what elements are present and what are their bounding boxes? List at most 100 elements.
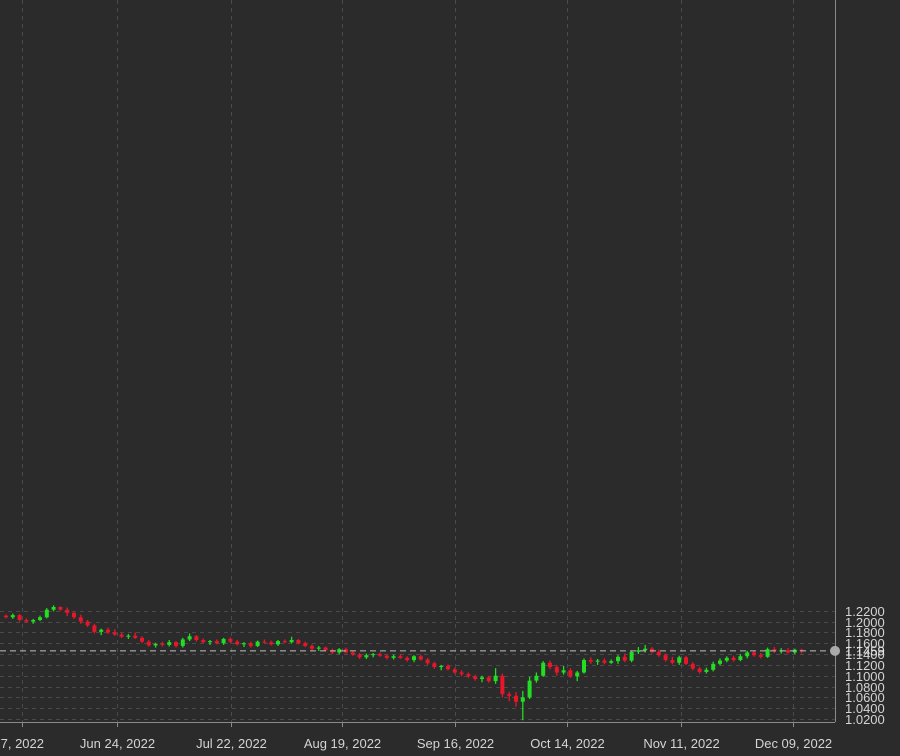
candle-body [745, 652, 750, 657]
candle-body [364, 655, 369, 658]
candle-body [133, 635, 138, 638]
candle-up [541, 661, 546, 677]
candle-down [106, 627, 110, 635]
candle-body [4, 615, 8, 618]
candle-body [527, 680, 532, 698]
candle-down [92, 623, 97, 634]
candle-body [208, 641, 212, 643]
candle-body [656, 651, 661, 656]
candle-body [160, 643, 165, 645]
candle-down [357, 653, 362, 659]
chart-canvas: 1.02001.04001.06001.08001.10001.12001.14… [0, 0, 885, 751]
x-tick-label: Nov 11, 2022 [643, 736, 719, 751]
candle-body [78, 617, 83, 622]
candle-up [289, 636, 294, 644]
candle-down [432, 661, 437, 669]
candle-down [72, 611, 76, 619]
candle-up [745, 650, 750, 659]
candle-down [146, 640, 151, 647]
candle-body [316, 647, 321, 649]
axes: 1.02001.04001.06001.08001.10001.12001.14… [0, 0, 885, 751]
candle-body [405, 657, 410, 661]
candle-down [786, 648, 790, 654]
candle-up [724, 656, 729, 663]
candle-body [412, 656, 416, 661]
candle-up [371, 653, 376, 658]
candle-body [616, 656, 620, 662]
candle-down [514, 691, 518, 707]
candle-body [731, 657, 736, 661]
candle-body [486, 677, 491, 682]
candlestick-chart: 1.0200 1.0400 1.0600 1.0800 1.1000 1.1200 1.14… [0, 0, 900, 756]
candle-body [65, 609, 70, 613]
candle-body [235, 641, 240, 645]
candle-down [602, 658, 607, 665]
candle-up [31, 618, 36, 624]
candle-down [350, 651, 355, 656]
candle-up [187, 633, 192, 642]
candle-body [17, 615, 22, 620]
candle-down [473, 674, 478, 681]
candle-body [214, 641, 219, 644]
candle-down [310, 644, 314, 651]
candle-body [711, 663, 716, 670]
candle-body [92, 625, 97, 632]
candle-down [697, 667, 702, 674]
candle-down [4, 614, 8, 619]
candle-body [724, 657, 729, 661]
candle-up [520, 690, 525, 721]
candle-body [384, 655, 389, 658]
x-tick-label: Aug 19, 2022 [304, 736, 381, 751]
x-tick-label: Sep 16, 2022 [417, 736, 494, 751]
candle-down [58, 606, 63, 611]
candle-body [85, 621, 90, 626]
candle-up [412, 655, 416, 663]
candle-down [758, 653, 763, 659]
candle-down [670, 656, 675, 665]
candle-up [167, 640, 172, 647]
candle-body [684, 657, 688, 664]
candle-body [446, 666, 450, 670]
candle-body [466, 674, 471, 677]
candle-body [554, 667, 559, 673]
candle-down [282, 639, 287, 644]
candle-body [194, 636, 199, 641]
candle-down [248, 641, 253, 648]
candle-up [616, 655, 620, 664]
candle-body [459, 672, 464, 675]
candle-up [255, 640, 260, 648]
candle-body [323, 647, 328, 651]
candle-body [622, 656, 627, 661]
candle-body [140, 637, 144, 642]
candle-body [44, 609, 49, 618]
candle-body [31, 619, 36, 622]
candle-down [378, 652, 382, 657]
candle-up [561, 666, 566, 675]
candle-down [418, 654, 423, 661]
candle-body [289, 640, 294, 643]
candle-body [704, 669, 709, 672]
candle-down [588, 657, 593, 664]
x-tick-label: Oct 14, 2022 [530, 736, 604, 751]
candle-up [44, 608, 49, 619]
candle-up [595, 658, 600, 665]
candle-body [575, 672, 580, 677]
candle-body [541, 662, 546, 676]
candle-body [187, 636, 192, 640]
candle-up [126, 634, 131, 639]
candle-down [201, 638, 206, 644]
candle-down [554, 664, 559, 676]
candle-body [398, 656, 403, 658]
candle-down [133, 632, 138, 639]
candle-up [493, 668, 498, 684]
last-price-marker: 1.1459 [0, 643, 885, 658]
candle-body [473, 676, 478, 679]
candle-body [221, 638, 226, 644]
candle-body [303, 643, 308, 646]
candle-down [772, 647, 777, 654]
candle-body [609, 661, 614, 663]
candle-body [242, 643, 246, 645]
candle-body [357, 654, 362, 658]
candle-body [378, 654, 382, 656]
candle-down [459, 670, 464, 677]
